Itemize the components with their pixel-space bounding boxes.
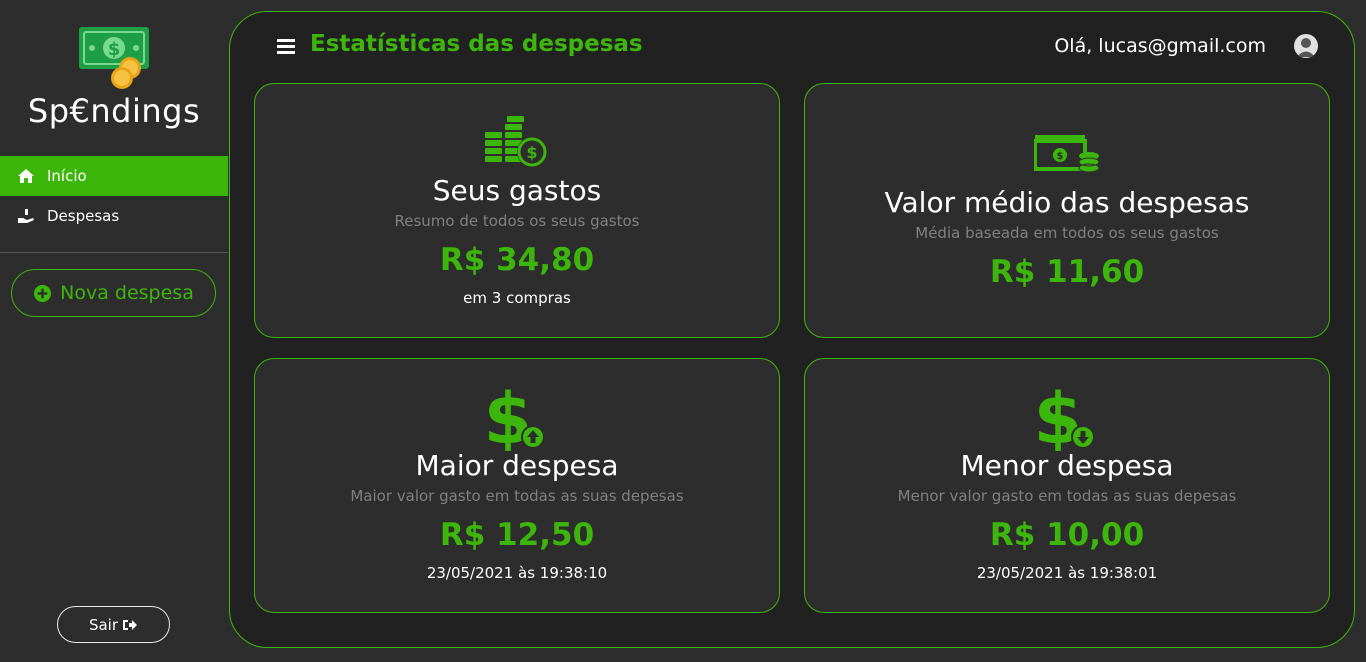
home-icon [18, 169, 34, 183]
main-panel: Estatísticas das despesas Olá, lucas@gma… [229, 11, 1355, 648]
money-bill-coins-icon: $ [78, 26, 152, 90]
brand-name: Sp€ndings [27, 92, 201, 130]
svg-text:$: $ [108, 39, 121, 60]
card-title: Maior despesa [415, 449, 619, 482]
card-note: 23/05/2021 às 19:38:10 [426, 564, 608, 582]
stat-card-average: $ Valor médio das despesas Média baseada… [804, 83, 1330, 338]
new-expense-label: Nova despesa [60, 282, 194, 304]
hand-holding-dollar-icon [18, 209, 34, 223]
stat-card-max: $ Maior despesa Maior valor gasto em tod… [254, 358, 780, 613]
sidebar: $ Sp€ndings Início Despesas Nova despesa… [0, 0, 228, 662]
card-note: em 3 compras [463, 289, 571, 307]
card-value: R$ 12,50 [439, 517, 595, 553]
card-subtitle: Média baseada em todos os seus gastos [915, 224, 1219, 242]
sidebar-item-inicio[interactable]: Início [0, 156, 228, 196]
user-avatar-icon[interactable] [1294, 34, 1318, 58]
card-value: R$ 10,00 [989, 517, 1145, 553]
card-title: Seus gastos [432, 174, 602, 207]
sidebar-item-label: Início [47, 167, 87, 185]
plus-circle-icon [34, 284, 52, 302]
svg-text:$: $ [1057, 151, 1064, 162]
sidebar-item-despesas[interactable]: Despesas [0, 196, 228, 236]
card-value: R$ 34,80 [439, 242, 595, 278]
new-expense-button[interactable]: Nova despesa [11, 269, 216, 317]
dollar-arrow-down-icon: $ [805, 387, 1329, 451]
sign-out-icon [123, 619, 138, 630]
card-value: R$ 11,60 [989, 254, 1145, 290]
stat-card-min: $ Menor despesa Menor valor gasto em tod… [804, 358, 1330, 613]
card-subtitle: Maior valor gasto em todas as suas depes… [350, 487, 684, 505]
logout-button[interactable]: Sair [57, 606, 170, 643]
sidebar-divider [0, 252, 228, 253]
card-note: 23/05/2021 às 19:38:01 [976, 564, 1158, 582]
logout-label: Sair [88, 615, 119, 634]
hamburger-icon[interactable] [277, 38, 295, 54]
sidebar-item-label: Despesas [47, 207, 120, 225]
stat-card-total: $ Seus gastos Resumo de todos os seus ga… [254, 83, 780, 338]
card-subtitle: Resumo de todos os seus gastos [394, 212, 640, 230]
user-greeting: Olá, lucas@gmail.com [1054, 35, 1266, 57]
card-title: Valor médio das despesas [884, 186, 1250, 219]
page-title: Estatísticas das despesas [310, 31, 643, 57]
coins-stack-icon: $ [255, 116, 779, 170]
sidebar-nav: Início Despesas [0, 156, 228, 236]
svg-text:$: $ [526, 143, 537, 162]
money-bill-coins-icon: $ [805, 134, 1329, 174]
card-title: Menor despesa [960, 449, 1174, 482]
card-subtitle: Menor valor gasto em todas as suas depes… [897, 487, 1237, 505]
dollar-arrow-up-icon: $ [255, 387, 779, 451]
